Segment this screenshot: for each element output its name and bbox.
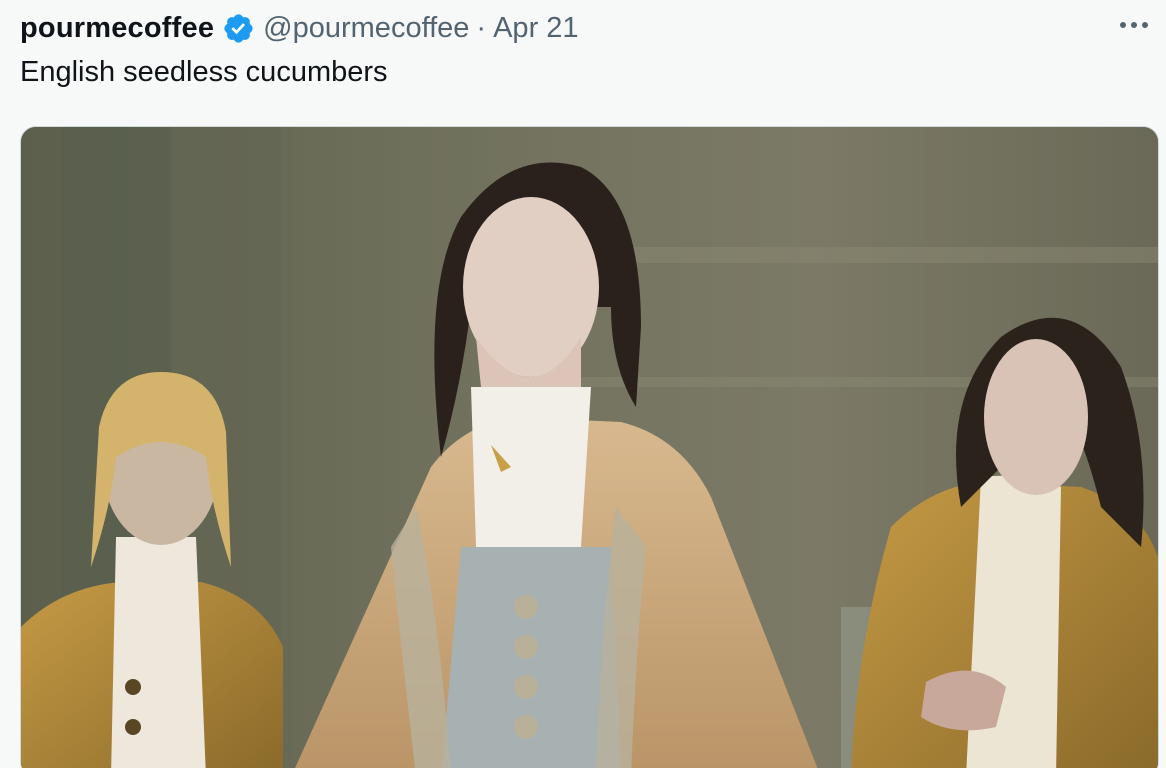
tweet-header: pourmecoffee @pourmecoffee · Apr 21	[20, 8, 579, 48]
author-name[interactable]: pourmecoffee	[20, 12, 214, 45]
separator-dot: ·	[476, 11, 487, 44]
film-still-illustration	[21, 127, 1158, 768]
more-options-icon[interactable]	[1116, 14, 1152, 36]
verified-badge-icon[interactable]	[222, 12, 255, 45]
tweet-card[interactable]: pourmecoffee @pourmecoffee · Apr 21 Engl…	[0, 0, 1166, 768]
tweet-date[interactable]: Apr 21	[493, 12, 578, 45]
tweet-text: English seedless cucumbers	[20, 56, 388, 88]
tweet-image[interactable]	[20, 126, 1159, 768]
author-handle[interactable]: @pourmecoffee	[263, 12, 469, 45]
